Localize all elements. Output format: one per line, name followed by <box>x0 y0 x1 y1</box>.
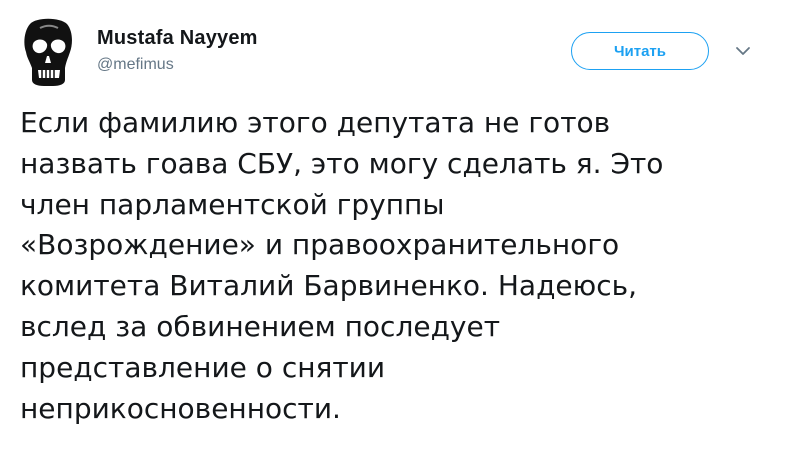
follow-button-label: Читать <box>613 42 667 60</box>
tweet-text: Если фамилию этого депутата не готов наз… <box>20 106 664 425</box>
author-handle[interactable]: @mefimus <box>97 54 258 76</box>
skull-avatar-icon <box>24 18 72 86</box>
tweet-card: Mustafa Nayyem @mefimus Читать Если фами… <box>0 0 791 451</box>
author-display-name[interactable]: Mustafa Nayyem <box>97 26 258 50</box>
avatar[interactable] <box>20 18 76 88</box>
chevron-down-icon <box>736 47 750 55</box>
author-block: Mustafa Nayyem @mefimus <box>97 26 258 76</box>
tweet-menu-button[interactable] <box>734 42 752 60</box>
follow-button[interactable]: Читать <box>571 32 709 70</box>
